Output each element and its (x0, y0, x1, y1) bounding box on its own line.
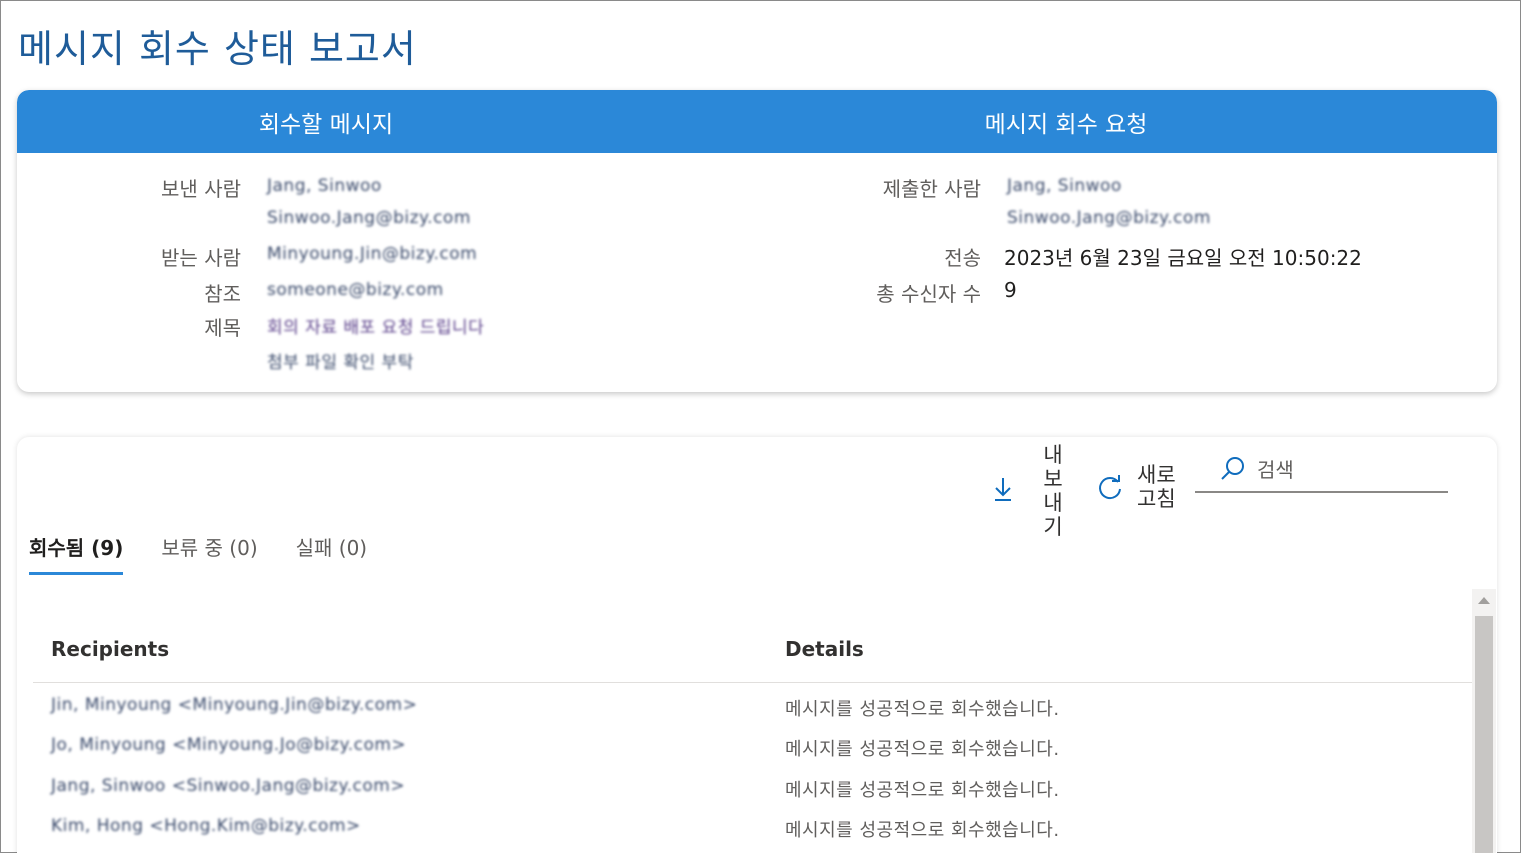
table-row[interactable]: Jin, Minyoung <Minyoung.Jin@bizy.com> 메시… (33, 691, 1473, 731)
total-recipients-value: 9 (1004, 278, 1017, 302)
sent-value: 2023년 6월 23일 금요일 오전 10:50:22 (1004, 246, 1362, 270)
submitter-email: Sinwoo.Jang@bizy.com (1007, 208, 1211, 228)
search-icon (1219, 455, 1247, 487)
total-recipients-label: 총 수신자 수 (876, 282, 981, 306)
refresh-label[interactable]: 새로고침 (1137, 463, 1185, 511)
recall-request-header: 메시지 회수 요청 (984, 111, 1148, 138)
search-box[interactable] (1195, 451, 1448, 493)
subject-line-2: 첨부 파일 확인 부탁 (267, 353, 414, 373)
subject-label: 제목 (204, 316, 241, 340)
recipients-panel: 내보내기 새로고침 회수됨 (9) 보류 중 (0) 실패 (0) Recipi… (17, 437, 1497, 853)
vertical-scrollbar[interactable] (1472, 589, 1496, 853)
details-cell: 메시지를 성공적으로 회수했습니다. (785, 739, 1060, 760)
subject-line-1: 회의 자료 배포 요청 드립니다 (267, 318, 485, 338)
cc-value: someone@bizy.com (267, 280, 444, 300)
export-button[interactable] (992, 475, 1014, 508)
table-row[interactable]: Jang, Sinwoo <Sinwoo.Jang@bizy.com> 메시지를… (33, 772, 1473, 812)
recipient-cell: Kim, Hong <Hong.Kim@bizy.com> (51, 816, 361, 836)
scroll-up-icon[interactable] (1478, 597, 1490, 604)
recipient-cell: Jang, Sinwoo <Sinwoo.Jang@bizy.com> (51, 776, 406, 796)
recipient-cell: Jo, Minyoung <Minyoung.Jo@bizy.com> (51, 735, 407, 755)
table-row[interactable]: Jo, Minyoung <Minyoung.Jo@bizy.com> 메시지를… (33, 731, 1473, 771)
summary-card: 회수할 메시지 메시지 회수 요청 보낸 사람 Jang, Sinwoo Sin… (17, 90, 1497, 392)
submitter-name: Jang, Sinwoo (1007, 176, 1122, 196)
page-title: 메시지 회수 상태 보고서 (18, 27, 417, 71)
summary-header: 회수할 메시지 메시지 회수 요청 (17, 90, 1497, 153)
export-label[interactable]: 내보내기 (1041, 443, 1065, 539)
sender-label: 보낸 사람 (161, 177, 241, 201)
sender-email: Sinwoo.Jang@bizy.com (267, 208, 471, 228)
refresh-icon (1095, 473, 1125, 508)
submitter-label: 제출한 사람 (882, 177, 981, 201)
details-cell: 메시지를 성공적으로 회수했습니다. (785, 780, 1060, 801)
scroll-thumb[interactable] (1475, 616, 1493, 853)
column-header-recipients[interactable]: Recipients (51, 637, 169, 661)
to-label: 받는 사람 (161, 246, 241, 270)
cc-label: 참조 (204, 282, 241, 306)
sent-label: 전송 (944, 246, 981, 270)
status-tabs: 회수됨 (9) 보류 중 (0) 실패 (0) (29, 532, 367, 575)
column-header-details[interactable]: Details (785, 637, 864, 661)
refresh-button[interactable] (1095, 473, 1125, 508)
table-header: Recipients Details (33, 627, 1473, 683)
sender-name: Jang, Sinwoo (267, 176, 382, 196)
details-cell: 메시지를 성공적으로 회수했습니다. (785, 699, 1060, 720)
tab-pending[interactable]: 보류 중 (0) (161, 532, 257, 575)
tab-failed[interactable]: 실패 (0) (296, 532, 368, 575)
message-to-recall-header: 회수할 메시지 (258, 111, 394, 138)
recipient-cell: Jin, Minyoung <Minyoung.Jin@bizy.com> (51, 695, 418, 715)
search-input[interactable] (1257, 453, 1437, 487)
table-row[interactable]: Kim, Hong <Hong.Kim@bizy.com> 메시지를 성공적으로… (33, 812, 1473, 852)
download-icon (992, 475, 1014, 508)
to-value: Minyoung.Jin@bizy.com (267, 244, 478, 264)
tab-recalled[interactable]: 회수됨 (9) (29, 532, 124, 575)
details-cell: 메시지를 성공적으로 회수했습니다. (785, 820, 1060, 841)
